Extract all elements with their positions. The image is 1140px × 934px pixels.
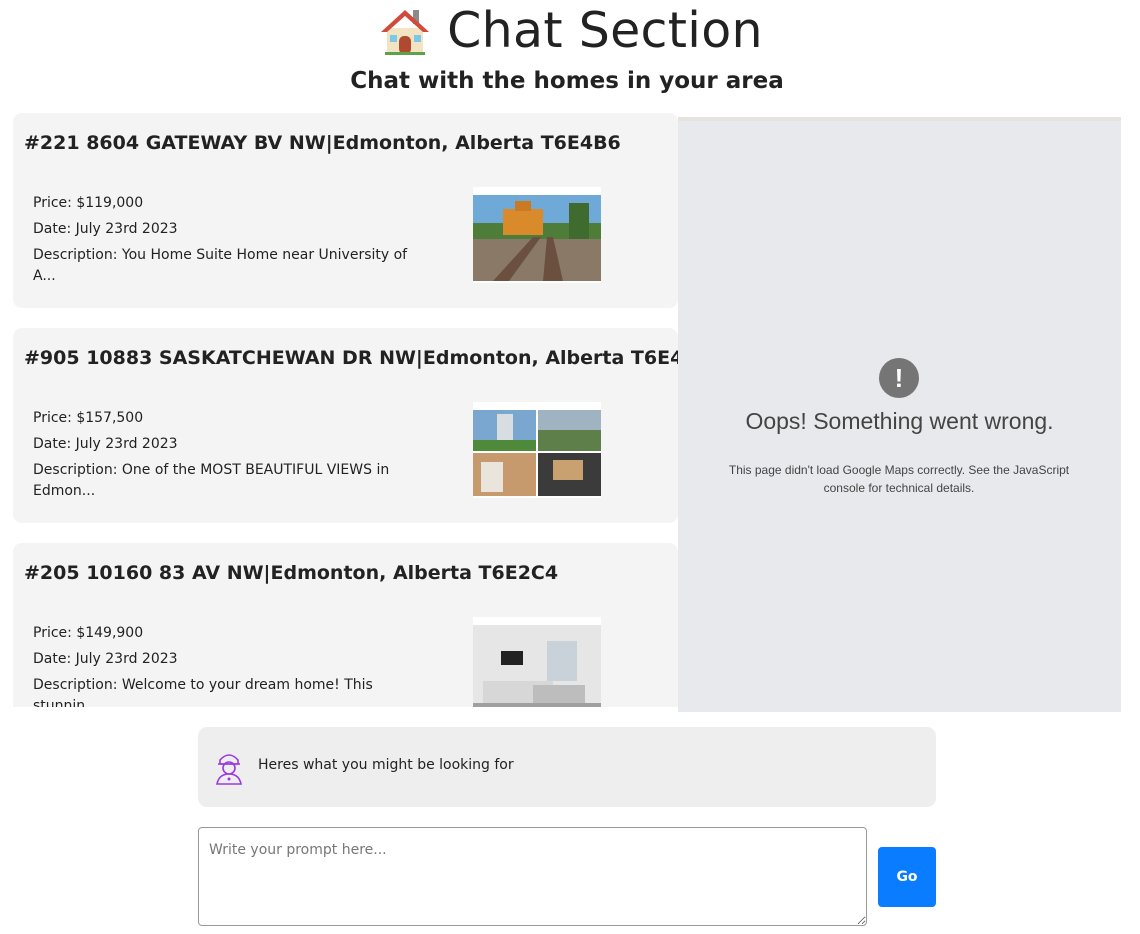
listing-title: #905 10883 SASKATCHEWAN DR NW|Edmonton, … — [24, 347, 678, 369]
page-subtitle: Chat with the homes in your area — [350, 68, 784, 94]
bot-message-text: Heres what you might be looking for — [258, 757, 514, 773]
listing-description: Description: One of the MOST BEAUTIFUL V… — [33, 462, 390, 499]
house-icon — [381, 10, 430, 55]
listing-price: Price: $119,000 — [33, 195, 144, 211]
listing-price: Price: $157,500 — [33, 410, 144, 426]
map-error-title: Oops! Something went wrong. — [745, 408, 1054, 434]
listing-price: Price: $149,900 — [33, 625, 144, 641]
listing-description: Description: Welcome to your dream home!… — [33, 677, 373, 707]
listing-info: Price: $149,900 Date: July 23rd 2023 Des… — [33, 623, 413, 707]
listing-info: Price: $157,500 Date: July 23rd 2023 Des… — [33, 408, 413, 507]
map-panel[interactable]: ! Oops! Something went wrong. This page … — [678, 117, 1121, 712]
listing-date: Date: July 23rd 2023 — [33, 221, 178, 237]
map-error-message: This page didn't load Google Maps correc… — [728, 463, 1070, 495]
go-button[interactable]: Go — [878, 847, 936, 907]
listing-photo — [473, 617, 601, 707]
title-text: Chat Section — [447, 1, 763, 59]
listing-date: Date: July 23rd 2023 — [33, 436, 178, 452]
bot-message: Heres what you might be looking for — [198, 727, 936, 807]
listing-card[interactable]: #205 10160 83 AV NW|Edmonton, Alberta T6… — [13, 543, 678, 707]
listing-photo — [473, 187, 601, 283]
listing-title: #221 8604 GATEWAY BV NW|Edmonton, Albert… — [24, 132, 621, 154]
page-title: Chat Section — [0, 0, 1140, 60]
listing-title: #205 10160 83 AV NW|Edmonton, Alberta T6… — [24, 562, 559, 584]
error-icon: ! — [879, 358, 919, 398]
listing-info: Price: $119,000 Date: July 23rd 2023 Des… — [33, 193, 413, 292]
bot-avatar-icon — [216, 754, 242, 785]
listing-card[interactable]: #905 10883 SASKATCHEWAN DR NW|Edmonton, … — [13, 328, 678, 523]
listing-card[interactable]: #221 8604 GATEWAY BV NW|Edmonton, Albert… — [13, 113, 678, 308]
prompt-input[interactable] — [198, 827, 867, 926]
listing-date: Date: July 23rd 2023 — [33, 651, 178, 667]
listing-description: Description: You Home Suite Home near Un… — [33, 247, 408, 284]
listings-panel[interactable]: #221 8604 GATEWAY BV NW|Edmonton, Albert… — [13, 113, 678, 707]
listing-photo — [473, 402, 601, 498]
